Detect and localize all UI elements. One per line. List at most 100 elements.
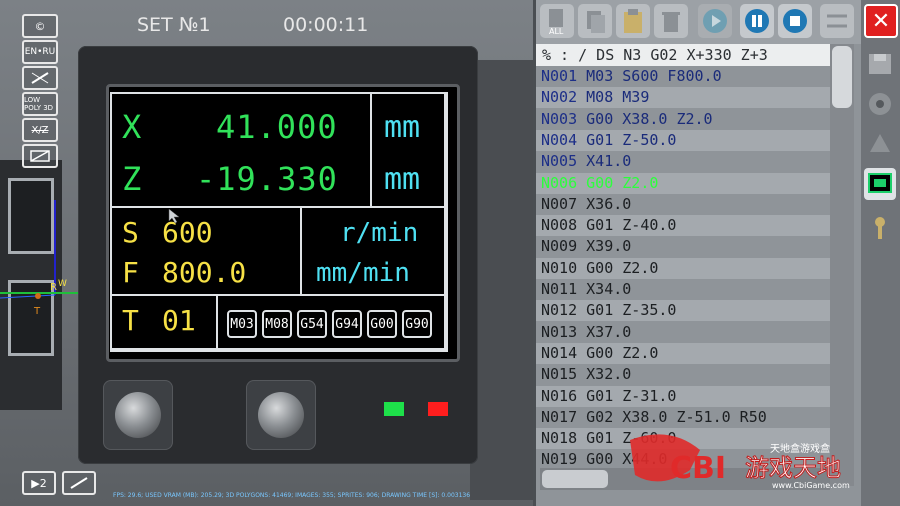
program-line[interactable]: N012 G01 Z-35.0 (536, 300, 854, 322)
copyright-button[interactable]: © (22, 14, 58, 38)
select-all-button[interactable]: ALL (540, 4, 574, 38)
f-value: 800.0 (162, 256, 247, 289)
x-unit: mm (384, 110, 421, 145)
spindle-override-knob[interactable] (103, 380, 173, 450)
play-button[interactable] (698, 4, 732, 38)
axis-label-t: T (33, 306, 41, 317)
settings-button[interactable] (820, 4, 854, 38)
chuck-icon (869, 93, 891, 115)
xz-button[interactable]: X/Z (22, 118, 58, 142)
pause-button[interactable] (740, 4, 774, 38)
top-bar: SET №1 00:00:11 (0, 0, 540, 50)
modal-code-m08: M08 (262, 310, 292, 338)
program-line[interactable]: N003 G00 X38.0 Z2.0 (536, 109, 854, 130)
line-number: N003 (541, 109, 578, 128)
mouse-cursor-icon (168, 208, 180, 224)
x-label: X (122, 108, 142, 146)
camera-button[interactable]: ▶2 (22, 471, 56, 495)
program-line[interactable]: N011 X34.0 (536, 279, 854, 300)
program-list[interactable]: N001 M03 S600 F800.0 N002 M08 M39 N003 G00… (536, 66, 854, 486)
copyright-icon: © (34, 19, 46, 33)
program-line[interactable]: N017 G02 X38.0 Z-51.0 R50 (536, 407, 854, 428)
language-icon: EN•RU (24, 47, 56, 57)
program-line[interactable]: N013 X37.0 (536, 322, 854, 343)
line-number: N005 (541, 152, 578, 171)
vertical-scroll-thumb[interactable] (832, 46, 852, 108)
line-number: N014 (541, 343, 578, 362)
line-command: G02 X38.0 Z-51.0 R50 (586, 407, 767, 426)
horizontal-scroll-thumb[interactable] (542, 470, 608, 488)
delete-button[interactable] (654, 4, 688, 38)
language-button[interactable]: EN•RU (22, 40, 58, 64)
copy-button[interactable] (578, 4, 612, 38)
key-button[interactable] (864, 212, 896, 244)
f-unit: mm/min (316, 258, 410, 288)
line-command: G00 Z2.0 (586, 343, 659, 362)
line-number: N008 (541, 216, 578, 235)
program-line[interactable]: N008 G01 Z-40.0 (536, 215, 854, 237)
line-number: N019 (541, 450, 578, 469)
pen-toggle-button[interactable] (22, 66, 58, 90)
axis-label-r: R (50, 282, 57, 293)
set-label: SET №1 (137, 14, 211, 36)
line-command: X37.0 (586, 322, 632, 341)
line-command: M03 S600 F800.0 (586, 67, 722, 85)
program-line[interactable]: N009 X39.0 (536, 236, 854, 257)
lamp-red (428, 402, 448, 416)
line-number: N011 (541, 280, 578, 298)
stop-button[interactable] (778, 4, 812, 38)
low-poly-button[interactable]: LOW POLY 3D (22, 92, 58, 116)
program-line[interactable]: N004 G01 Z-50.0 (536, 129, 854, 151)
line-number: N002 (541, 88, 578, 107)
pen-off-icon (31, 72, 49, 84)
program-line[interactable]: N015 X32.0 (536, 364, 854, 385)
svg-text:www.CbiGame.com: www.CbiGame.com (772, 481, 850, 490)
program-line[interactable]: N001 M03 S600 F800.0 (536, 66, 854, 87)
stop-icon (783, 9, 807, 33)
svg-text:游戏天地: 游戏天地 (745, 454, 841, 482)
t-label: T (122, 304, 139, 337)
copy-icon (587, 11, 605, 33)
line-number: N001 (541, 67, 578, 85)
line-command: X41.0 (586, 152, 632, 171)
line-number: N017 (541, 407, 578, 426)
program-line[interactable]: N014 G00 Z2.0 (536, 342, 854, 364)
line-number: N012 (541, 301, 578, 320)
tool-setup-button[interactable] (864, 88, 896, 120)
line-number: N006 (541, 173, 578, 192)
program-line[interactable]: N002 M08 M39 (536, 87, 854, 109)
measure-button[interactable] (864, 128, 896, 160)
low-poly-icon: LOW POLY 3D (24, 96, 54, 112)
draw-toggle-button[interactable] (62, 471, 96, 495)
line-command: G00 X38.0 Z2.0 (586, 109, 713, 128)
close-button[interactable]: ✕ (864, 4, 898, 38)
line-number: N015 (541, 365, 578, 384)
line-command: X39.0 (586, 237, 632, 256)
save-button[interactable] (864, 48, 896, 80)
pause-icon (745, 9, 769, 33)
paste-button[interactable] (616, 4, 650, 38)
key-icon (875, 217, 885, 239)
line-command: G01 Z-35.0 (586, 301, 677, 320)
feed-override-knob[interactable] (246, 380, 316, 450)
line-command: X32.0 (586, 365, 632, 384)
vertical-scrollbar[interactable] (830, 44, 854, 486)
program-line[interactable]: N006 G00 Z2.0 (536, 172, 854, 194)
watermark-logo: CBI 天地盒游戏盒 游戏天地 www.CbiGame.com (630, 430, 890, 490)
program-line[interactable]: N007 X36.0 (536, 194, 854, 215)
cbi-logo: CBI 天地盒游戏盒 游戏天地 www.CbiGame.com (630, 434, 850, 490)
line-command: G00 Z2.0 (586, 173, 659, 192)
program-line[interactable]: N010 G00 Z2.0 (536, 257, 854, 279)
z-label: Z (122, 160, 142, 198)
view-toggle-button[interactable] (22, 144, 58, 168)
s-unit: r/min (340, 218, 419, 248)
modal-code-g00: G00 (367, 310, 397, 338)
program-line[interactable]: N005 X41.0 (536, 151, 854, 172)
s-label: S (122, 216, 139, 249)
line-number: N010 (541, 258, 578, 277)
cnc-screen-button[interactable] (864, 168, 896, 200)
close-icon: ✕ (871, 8, 891, 34)
line-command: G00 Z2.0 (586, 258, 659, 277)
program-line[interactable]: N016 G01 Z-31.0 (536, 385, 854, 407)
trash-icon (662, 12, 680, 32)
